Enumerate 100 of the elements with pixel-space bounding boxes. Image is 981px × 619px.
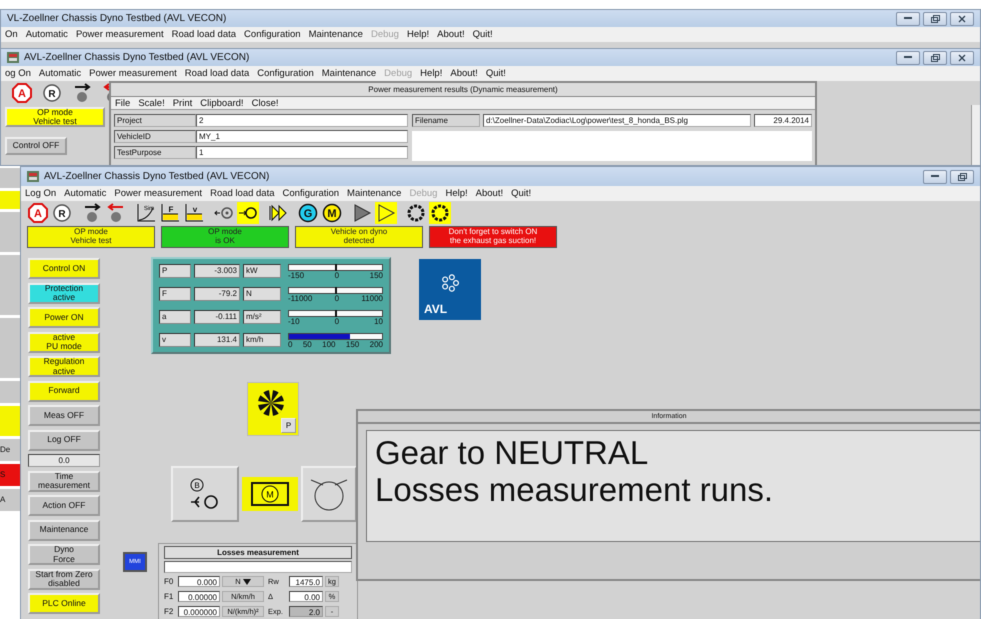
menu-item[interactable]: Maintenance: [347, 188, 402, 199]
mode-button[interactable]: Action OFF: [28, 495, 100, 516]
menu-item[interactable]: og On: [5, 68, 31, 79]
side-button[interactable]: A: [0, 489, 20, 511]
value-readout: -79.2: [194, 287, 240, 301]
menu-item[interactable]: Road load data: [210, 188, 275, 199]
side-button[interactable]: S: [0, 464, 20, 486]
menu-item[interactable]: Log On: [25, 188, 56, 199]
mode-button[interactable]: Forward: [28, 380, 100, 402]
menu-item[interactable]: Clipboard!: [200, 98, 244, 108]
menu-item[interactable]: Quit!: [472, 29, 493, 40]
circle-letter-button[interactable]: R: [41, 82, 63, 104]
close-icon: [958, 54, 966, 62]
scrollbar[interactable]: [971, 105, 980, 165]
menu-item[interactable]: Maintenance: [308, 29, 363, 40]
mode-button[interactable]: active PU mode: [28, 332, 100, 352]
octagon-letter-button[interactable]: A: [27, 202, 49, 224]
circle-letter-button[interactable]: M: [321, 202, 343, 224]
octagon-letter-button[interactable]: A: [11, 82, 33, 104]
mode-button[interactable]: Regulation active: [28, 356, 100, 377]
value-field[interactable]: 0.00: [289, 591, 323, 602]
quantity-label: a: [159, 310, 191, 324]
close-button[interactable]: [950, 12, 974, 26]
menu-item[interactable]: Help!: [420, 68, 442, 79]
menu-item[interactable]: Quit!: [486, 68, 506, 79]
mode-button[interactable]: PLC Online: [28, 593, 100, 614]
field-value[interactable]: MY_1: [196, 130, 408, 143]
field-value[interactable]: 2: [196, 114, 408, 127]
status-banner: OP mode is OK: [161, 226, 289, 248]
brake-tile[interactable]: B: [171, 466, 239, 522]
mode-button[interactable]: Power ON: [28, 307, 100, 328]
minimize-button[interactable]: [923, 170, 947, 184]
chart-button[interactable]: v: [183, 202, 205, 224]
value-field[interactable]: 0.00000: [178, 591, 220, 602]
menu-item[interactable]: Close!: [252, 98, 279, 108]
tick-label: 0: [334, 317, 340, 327]
value-field[interactable]: 2.0: [289, 606, 323, 617]
menu-item[interactable]: Configuration: [244, 29, 301, 40]
ring-button[interactable]: [429, 202, 451, 224]
menu-item[interactable]: Scale!: [138, 98, 165, 108]
menu-item[interactable]: Quit!: [511, 188, 532, 199]
p-button[interactable]: P: [281, 418, 296, 433]
unit-label: km/h: [243, 333, 281, 347]
double-play-button[interactable]: [267, 202, 289, 224]
menu-item[interactable]: Power measurement: [89, 68, 177, 79]
value-readout: 0.0: [28, 454, 100, 467]
mode-button[interactable]: Time measurement: [28, 470, 100, 492]
fan-tile[interactable]: P: [247, 382, 299, 436]
minimize-button[interactable]: [896, 12, 920, 26]
menu-item[interactable]: Road load data: [172, 29, 236, 40]
side-button[interactable]: De: [0, 439, 20, 461]
restore-button[interactable]: [923, 12, 947, 26]
close-button[interactable]: [950, 50, 974, 64]
value-field[interactable]: 1475.0: [289, 576, 323, 587]
menu-item[interactable]: Automatic: [38, 68, 82, 79]
menu-item[interactable]: Configuration: [257, 68, 314, 79]
mode-button[interactable]: Control OFF: [5, 137, 67, 155]
text-field[interactable]: [164, 561, 352, 573]
menu-item[interactable]: File: [115, 98, 130, 108]
motor-tile[interactable]: M: [242, 477, 298, 511]
minimize-button[interactable]: [896, 50, 920, 64]
unit-label: N: [243, 287, 281, 301]
menu-item[interactable]: About!: [476, 188, 504, 199]
restore-button[interactable]: [950, 170, 974, 184]
mode-button[interactable]: Maintenance: [28, 520, 100, 540]
field-value[interactable]: 1: [196, 146, 408, 159]
mode-button[interactable]: OP mode Vehicle test: [5, 107, 105, 127]
menu-item[interactable]: Help!: [406, 29, 430, 40]
wheel-arrow-button[interactable]: [237, 202, 259, 224]
menu-item[interactable]: Power measurement: [76, 29, 164, 40]
ring-button[interactable]: [405, 202, 427, 224]
menu-item[interactable]: Maintenance: [322, 68, 376, 79]
menu-item[interactable]: Power measurement: [114, 188, 202, 199]
chart-button[interactable]: F: [159, 202, 181, 224]
menu-item[interactable]: Automatic: [64, 188, 106, 199]
circle-letter-button[interactable]: R: [51, 202, 73, 224]
menu-item[interactable]: Help!: [445, 188, 468, 199]
circle-letter-button[interactable]: G: [297, 202, 319, 224]
menu-item[interactable]: On: [5, 29, 18, 40]
menu-item[interactable]: About!: [437, 29, 465, 40]
menu-item[interactable]: About!: [450, 68, 478, 79]
play-button[interactable]: [375, 202, 397, 224]
tick-label: 10: [374, 317, 383, 327]
menu-item[interactable]: Automatic: [26, 29, 68, 40]
mode-button[interactable]: Control ON: [28, 258, 100, 279]
mode-button[interactable]: Protection active: [28, 282, 100, 304]
roller-tile[interactable]: [301, 466, 357, 522]
menu-item[interactable]: Print: [172, 98, 192, 108]
menu-item[interactable]: Configuration: [282, 188, 340, 199]
mode-button[interactable]: Log OFF: [28, 430, 100, 450]
value-field[interactable]: 0.000000: [178, 606, 220, 617]
restore-button[interactable]: [923, 50, 947, 64]
filename-field[interactable]: d:\Zoellner-Data\Zodiac\Log\power\test_8_honda_BS.plg: [483, 114, 751, 127]
mode-button[interactable]: Start from Zero disabled: [28, 568, 100, 590]
value-field[interactable]: 0.000: [178, 576, 220, 587]
menu-item[interactable]: Road load data: [184, 68, 250, 79]
mode-button[interactable]: Meas OFF: [28, 405, 100, 426]
date-field[interactable]: 29.4.2014: [754, 114, 812, 127]
mode-button[interactable]: Dyno Force: [28, 544, 100, 565]
window-title: VL-Zoellner Chassis Dyno Testbed (AVL VECON): [7, 13, 228, 24]
